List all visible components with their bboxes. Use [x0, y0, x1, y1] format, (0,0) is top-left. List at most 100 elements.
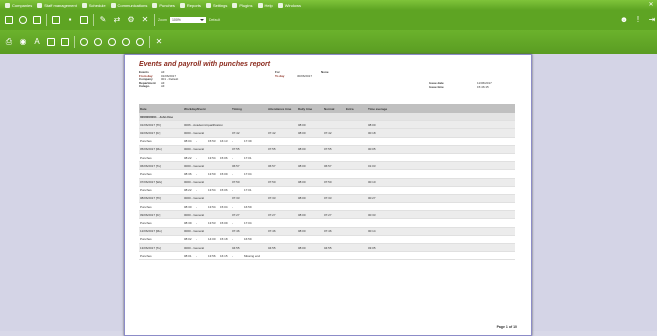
punches-row: Punches 08:36-13:50 15:09-17:04 — [139, 170, 515, 179]
menu-item-label: Communications — [117, 2, 148, 8]
export-excel-icon[interactable] — [93, 37, 103, 47]
punch-time: 15:09 — [220, 221, 228, 226]
punch-time: 13:56 — [208, 253, 216, 258]
share-icon[interactable]: ⇄ — [112, 15, 122, 25]
new-icon[interactable] — [4, 15, 14, 25]
table-cell: 00:05 — [368, 147, 376, 152]
logout-icon[interactable]: ⇥ — [647, 15, 657, 25]
view-icon[interactable]: ◉ — [18, 37, 28, 47]
punch-time: - — [196, 188, 197, 193]
punch-time: 15:04 — [220, 204, 228, 209]
table-cell: 06:57 — [324, 163, 332, 168]
table-cell: 0000 - General — [184, 130, 205, 135]
table-cell: 07/06/2017 [We] — [140, 180, 162, 185]
save-icon[interactable] — [32, 15, 42, 25]
table-cell: 08:00 — [298, 163, 306, 168]
menu-item[interactable]: Punches — [152, 2, 175, 8]
separator — [46, 14, 47, 26]
export-pdf-icon[interactable] — [79, 37, 89, 47]
zoom-select[interactable]: 100% — [169, 17, 206, 23]
menu-item[interactable]: Windows — [277, 2, 301, 8]
menu-item-label: Punches — [159, 2, 175, 8]
punch-time: 15:06 — [220, 155, 228, 160]
punch-time: 15:09 — [220, 171, 228, 176]
table-cell: 02/06/2017 [Fr] — [140, 130, 161, 135]
close-window-icon[interactable]: ✕ — [647, 1, 655, 9]
delete-icon[interactable]: ▪ — [65, 15, 75, 25]
punches-row: Punches 08:04-15:53 16:13-17:39 — [139, 138, 515, 146]
menu-item-label: Help — [264, 2, 273, 8]
punch-time: - — [196, 237, 197, 242]
table-cell: 0000 - General — [184, 147, 205, 152]
punch-time: 16:59 — [244, 237, 252, 242]
table-cell: 07:50 — [268, 180, 276, 185]
table-cell: 07:46 — [232, 229, 240, 234]
table-cell: 0000 - General — [184, 229, 205, 234]
filter-icon[interactable]: ⚙ — [126, 15, 136, 25]
communications-icon — [110, 2, 116, 8]
punch-time: 13:54 — [208, 188, 216, 193]
employee-group-row: 0000000001 - John Doe — [139, 113, 515, 122]
link-icon[interactable]: ✎ — [98, 15, 108, 25]
menu-item[interactable]: Staff management — [37, 2, 77, 8]
table-row: 06/06/2017 [Tu] 0000 - General 06:57 06:57 0… — [139, 162, 515, 171]
punches-row: Punches 08:39-13:53 15:09-17:04 — [139, 219, 515, 228]
menu-item[interactable]: Reports — [179, 2, 201, 8]
table-cell: 05/06/2017 [Mo] — [140, 147, 162, 152]
punch-time: 13:53 — [208, 221, 216, 226]
table-cell: 07:42 — [324, 130, 332, 135]
table-cell: 08:00 — [298, 196, 306, 201]
table-row: 12/06/2017 [Mo] 0000 - General 07:46 07:46 0… — [139, 227, 515, 236]
punch-times: 08:36-13:50 15:09-17:04 — [183, 172, 274, 176]
punch-time: - — [232, 188, 233, 193]
punch-time: - — [232, 221, 233, 226]
punch-times: 08:39-13:53 15:09-17:04 — [183, 221, 274, 225]
report-viewer[interactable]: Events and payroll with punches report E… — [0, 54, 657, 336]
menu-item[interactable]: Schedule — [81, 2, 106, 8]
table-cell: 09/06/2017 [Fr] — [140, 212, 161, 217]
punches-row: Punches 08:22-13:54 15:06-17:01 — [139, 187, 515, 195]
punch-time: 15:18 — [220, 237, 228, 242]
punch-time: 14:00 — [208, 237, 216, 242]
table-cell: 07:33 — [268, 196, 276, 201]
table-cell: 00:33 — [368, 212, 376, 217]
export-word-icon[interactable] — [107, 37, 117, 47]
column-header: Daily time — [298, 106, 313, 111]
menu-item-label: Plugins — [239, 2, 253, 8]
copy-icon[interactable] — [79, 15, 89, 25]
info-icon[interactable]: ! — [633, 15, 643, 25]
punch-time: 17:01 — [244, 155, 252, 160]
table-cell: 01:03 — [368, 163, 376, 168]
menu-item[interactable]: Plugins — [232, 2, 253, 8]
separator — [74, 36, 75, 48]
menu-item-label: Schedule — [88, 2, 106, 8]
table-cell: 06:57 — [268, 163, 276, 168]
edit-icon[interactable] — [51, 15, 61, 25]
export-html-icon[interactable] — [121, 37, 131, 47]
punch-time: - — [196, 155, 197, 160]
close-report-icon[interactable]: ✕ — [154, 37, 164, 47]
punch-time: - — [232, 204, 233, 209]
table-cell: 08:00 — [298, 130, 306, 135]
pages-icon[interactable] — [60, 37, 70, 47]
toolbar-report: ⎙ ◉ A ✕ — [0, 30, 657, 54]
page-icon[interactable] — [46, 37, 56, 47]
table-cell: 06:57 — [232, 163, 240, 168]
users-icon[interactable]: ☻ — [619, 15, 629, 25]
punch-time: - — [196, 171, 197, 176]
text-icon[interactable]: A — [32, 37, 42, 47]
punch-time: 15:53 — [208, 139, 216, 144]
menu-item[interactable]: Communications — [110, 2, 148, 8]
report-filters-mid: For To day 30/06/2017 — [275, 70, 313, 78]
table-cell: Punches — [140, 204, 152, 209]
menu-item[interactable]: Help — [257, 2, 273, 8]
export-text-icon[interactable] — [135, 37, 145, 47]
menu-item[interactable]: Companies — [5, 2, 32, 8]
table-cell: 07:55 — [324, 147, 332, 152]
close-icon[interactable]: ✕ — [140, 15, 150, 25]
menu-item[interactable]: Settings — [205, 2, 227, 8]
punch-time: 17:01 — [244, 188, 252, 193]
refresh-icon[interactable] — [18, 15, 28, 25]
column-header: Extra — [346, 106, 354, 111]
print-icon[interactable]: ⎙ — [4, 37, 14, 47]
